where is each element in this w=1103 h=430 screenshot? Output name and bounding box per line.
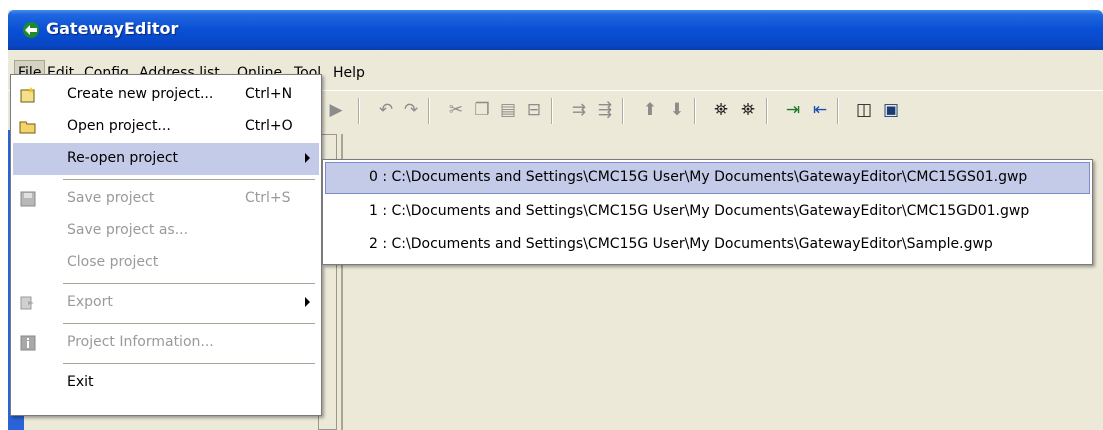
export-icon[interactable]: ⇤ [809,99,831,121]
window-title: GatewayEditor [46,19,179,38]
submenu-arrow-icon [305,297,310,307]
undo-icon[interactable]: ↶ [375,99,397,121]
export-icon [20,296,34,310]
recent-project-path: 1 : C:\Documents and Settings\CMC15G Use… [369,203,1030,219]
shortcut-label: Ctrl+O [245,118,293,134]
toolbar-separator [837,98,838,124]
shortcut-label: Ctrl+S [245,190,291,206]
play-icon[interactable]: ▶ [325,99,347,121]
file-menu-dropdown: Create new project... Ctrl+N Open projec… [10,74,322,416]
toolbar-separator [694,98,695,124]
find-next-icon[interactable]: ⛯ [737,99,759,121]
import-icon[interactable]: ⇥ [782,99,804,121]
menu-save-project[interactable]: Save project Ctrl+S [13,183,319,215]
menu-item-label: Close project [67,254,159,270]
toolbar-separator [358,98,359,124]
delete-row-icon[interactable]: ⇶ [594,99,616,121]
toolbar-separator [766,98,767,124]
menu-separator [63,179,315,180]
submenu-arrow-icon [305,153,310,163]
menu-item-label: Save project [67,190,155,206]
menu-item-label: Project Information... [67,334,214,350]
menu-item-label: Create new project... [67,86,214,102]
info-icon [20,335,36,351]
folder-icon [19,121,36,134]
redo-icon[interactable]: ↷ [400,99,422,121]
menu-open-project[interactable]: Open project... Ctrl+O [13,111,319,143]
menu-save-project-as[interactable]: Save project as... [13,215,319,247]
menu-item-label: Open project... [67,118,171,134]
toolbar-separator [551,98,552,124]
menu-export[interactable]: Export [13,287,319,319]
recent-project-item[interactable]: 2 : C:\Documents and Settings\CMC15G Use… [325,229,1090,261]
recent-project-item[interactable]: 0 : C:\Documents and Settings\CMC15G Use… [325,162,1090,194]
copy-icon[interactable]: ❐ [471,99,493,121]
menu-exit[interactable]: Exit [13,367,319,399]
shortcut-label: Ctrl+N [245,86,293,102]
paste-icon[interactable]: ▤ [497,99,519,121]
toolbar-separator [622,98,623,124]
menu-close-project[interactable]: Close project [13,247,319,279]
recent-project-path: 0 : C:\Documents and Settings\CMC15G Use… [369,169,1028,185]
app-logo-icon [23,22,39,38]
recent-project-path: 2 : C:\Documents and Settings\CMC15G Use… [369,236,993,252]
insert-row-icon[interactable]: ⇉ [568,99,590,121]
new-project-icon [20,87,35,103]
reopen-submenu: 0 : C:\Documents and Settings\CMC15G Use… [322,159,1093,265]
delete-icon[interactable]: ⊟ [523,99,545,121]
monitor-icon[interactable]: ▣ [880,99,902,121]
menu-separator [63,283,315,284]
menu-item-label: Export [67,294,113,310]
menu-item-label: Exit [67,374,94,390]
save-icon [20,191,36,207]
title-bar[interactable]: GatewayEditor [8,10,1103,50]
recent-project-item[interactable]: 1 : C:\Documents and Settings\CMC15G Use… [325,196,1090,228]
find-icon[interactable]: ⛯ [710,99,732,121]
menu-create-new-project[interactable]: Create new project... Ctrl+N [13,79,319,111]
toolbar-separator [428,98,429,124]
move-up-icon[interactable]: ⬆ [639,99,661,121]
menu-reopen-project[interactable]: Re-open project [13,143,319,175]
compare-icon[interactable]: ◫ [853,99,875,121]
menu-separator [63,323,315,324]
move-down-icon[interactable]: ⬇ [666,99,688,121]
menu-help[interactable]: Help [330,60,368,86]
cut-icon[interactable]: ✂ [445,99,467,121]
menu-item-label: Save project as... [67,222,189,238]
menu-separator [63,363,315,364]
menu-project-information[interactable]: Project Information... [13,327,319,359]
menu-item-label: Re-open project [67,150,179,166]
